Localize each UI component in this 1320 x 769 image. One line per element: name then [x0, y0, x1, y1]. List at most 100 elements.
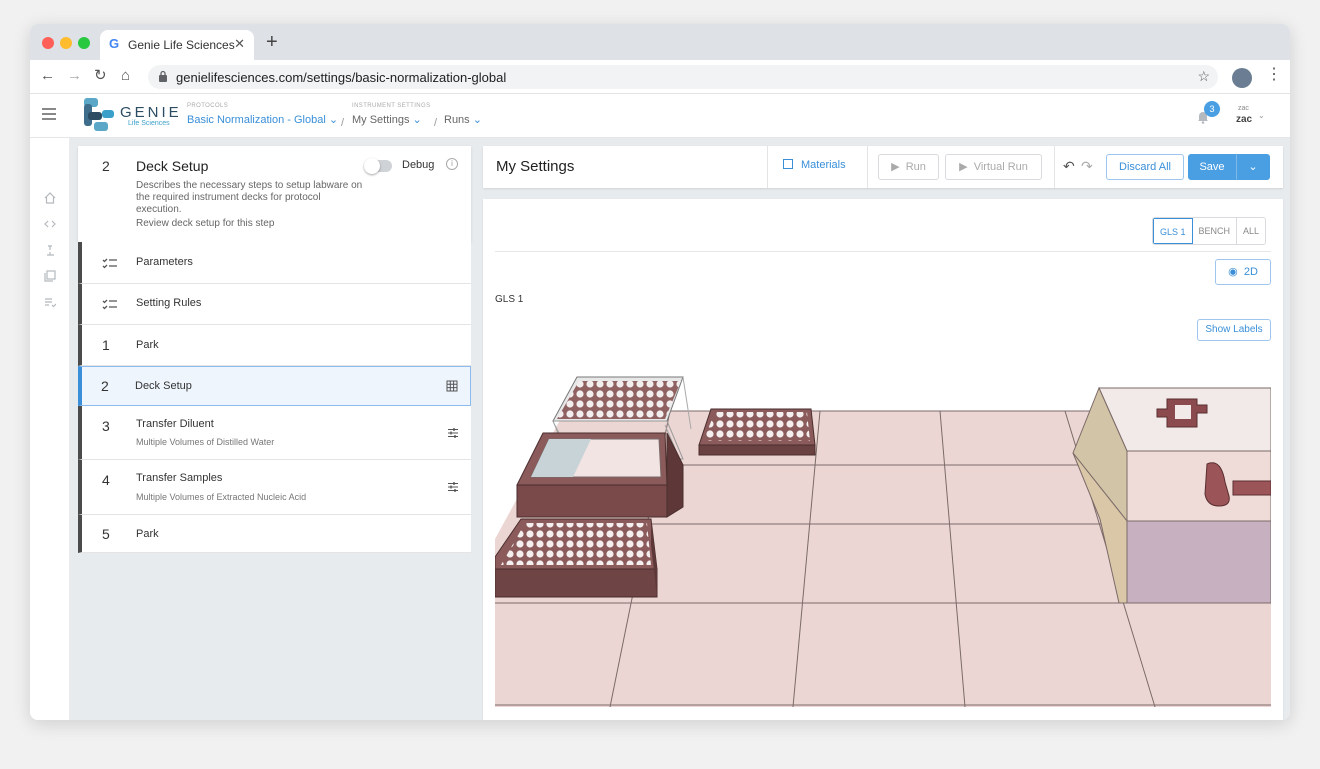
browser-menu-icon[interactable]: ⋮	[1266, 66, 1282, 84]
step-header: 2 Deck Setup Describes the necessary ste…	[78, 146, 471, 242]
step-review-text: Review deck setup for this step	[136, 218, 275, 229]
step-row-2[interactable]: 2 Deck Setup	[78, 366, 471, 406]
step-row-setting-rules[interactable]: Setting Rules	[78, 284, 471, 325]
deck-selector: GLS 1 BENCH ALL	[1152, 217, 1267, 245]
step-row-5[interactable]: 5 Park	[78, 515, 471, 553]
address-bar[interactable]: genielifesciences.com/settings/basic-nor…	[148, 65, 1218, 89]
view-mode-button[interactable]: ◉ 2D	[1215, 259, 1271, 285]
step-row-label: Transfer Diluent	[136, 418, 214, 430]
maximize-window-button[interactable]	[78, 37, 90, 49]
materials-label: Materials	[801, 159, 846, 171]
bookmark-star-icon[interactable]: ☆	[1197, 68, 1210, 85]
forward-icon[interactable]: →	[67, 67, 82, 85]
sliders-icon[interactable]	[447, 427, 459, 439]
step-row-label: Deck Setup	[135, 380, 192, 392]
tab-close-icon[interactable]: ✕	[234, 37, 245, 51]
breadcrumb-value: Basic Normalization - Global	[187, 114, 326, 126]
step-row-label: Parameters	[136, 256, 193, 268]
play-icon: ▶	[891, 161, 900, 173]
chevron-down-icon[interactable]: ⌄	[1258, 111, 1265, 120]
deck-3d-view[interactable]	[495, 369, 1271, 707]
step-row-3[interactable]: 3 Transfer Diluent Multiple Volumes of D…	[78, 406, 471, 460]
deck-canvas: GLS 1 BENCH ALL ◉ 2D GLS 1 Show Labels	[483, 199, 1283, 720]
divider	[1054, 146, 1055, 188]
url-text: genielifesciences.com/settings/basic-nor…	[176, 70, 507, 85]
show-labels-button[interactable]: Show Labels	[1197, 319, 1271, 341]
chevron-down-icon: ⌄	[412, 114, 422, 126]
settings-toolbar: My Settings Materials ▶ Run ▶ Virtual Ru…	[483, 146, 1283, 188]
virtual-run-button[interactable]: ▶ Virtual Run	[945, 154, 1042, 180]
lock-icon	[159, 70, 167, 82]
run-button[interactable]: ▶ Run	[878, 154, 939, 180]
step-row-4[interactable]: 4 Transfer Samples Multiple Volumes of E…	[78, 460, 471, 515]
close-window-button[interactable]	[42, 37, 54, 49]
deck-tab-all[interactable]: ALL	[1237, 218, 1266, 244]
browser-tabstrip: G Genie Life Sciences ✕ +	[30, 24, 1290, 60]
browser-window: G Genie Life Sciences ✕ + ← → ↻ ⌂ geniel…	[30, 24, 1290, 720]
main-area: My Settings Materials ▶ Run ▶ Virtual Ru…	[483, 138, 1290, 720]
save-options-button[interactable]: ⌄	[1236, 154, 1270, 180]
checklist-icon	[102, 299, 117, 310]
step-row-parameters[interactable]: Parameters	[78, 242, 471, 284]
step-title: Deck Setup	[136, 158, 209, 174]
page-title: My Settings	[496, 158, 575, 175]
breadcrumb-value: Runs	[444, 114, 470, 126]
minimize-window-button[interactable]	[60, 37, 72, 49]
user-name[interactable]: zac	[1236, 114, 1252, 125]
divider	[867, 146, 868, 188]
back-icon[interactable]: ←	[40, 67, 55, 85]
step-row-number: 4	[102, 472, 110, 488]
breadcrumb-instrument-settings[interactable]: INSTRUMENT SETTINGS My Settings ⌄	[352, 103, 431, 127]
grid-icon[interactable]	[446, 380, 458, 392]
materials-button[interactable]: Materials	[783, 159, 846, 171]
deck-tab-gls1[interactable]: GLS 1	[1153, 218, 1193, 244]
step-row-number: 1	[102, 337, 110, 353]
divider	[495, 251, 1271, 252]
new-tab-icon[interactable]: +	[266, 31, 278, 53]
brand-name: GENIE	[120, 104, 182, 121]
home-icon[interactable]	[44, 192, 56, 204]
step-row-number: 2	[101, 378, 109, 394]
breadcrumb-protocols[interactable]: PROTOCOLS Basic Normalization - Global ⌄	[187, 103, 338, 127]
debug-label: Debug	[402, 159, 435, 171]
microscope-icon[interactable]	[44, 244, 56, 256]
browser-tab[interactable]: G Genie Life Sciences ✕	[100, 30, 254, 60]
user-caption: zac	[1238, 105, 1249, 112]
step-row-label: Setting Rules	[136, 297, 202, 309]
browser-toolbar: ← → ↻ ⌂ genielifesciences.com/settings/b…	[30, 60, 1290, 94]
browser-tab-title: Genie Life Sciences	[128, 38, 235, 52]
save-button[interactable]: Save	[1188, 154, 1236, 180]
deck-tab-bench[interactable]: BENCH	[1192, 218, 1238, 244]
checklist-icon[interactable]	[44, 296, 56, 308]
chevron-down-icon: ⌄	[472, 114, 482, 126]
google-favicon-icon: G	[109, 36, 120, 51]
breadcrumb-caption: INSTRUMENT SETTINGS	[352, 103, 431, 109]
reload-icon[interactable]: ↻	[94, 67, 107, 85]
menu-icon[interactable]	[42, 108, 56, 120]
info-icon[interactable]: i	[446, 158, 458, 170]
undo-icon[interactable]: ↶	[1063, 158, 1075, 175]
step-row-label: Transfer Samples	[136, 472, 223, 484]
code-icon[interactable]	[44, 218, 56, 230]
discard-all-button[interactable]: Discard All	[1106, 154, 1184, 180]
home-icon[interactable]: ⌂	[121, 67, 130, 85]
profile-avatar[interactable]	[1232, 68, 1252, 88]
breadcrumb-runs[interactable]: Runs ⌄	[444, 103, 482, 127]
breadcrumb-caption	[444, 103, 482, 113]
list-icon	[783, 159, 793, 169]
step-row-subtitle: Multiple Volumes of Extracted Nucleic Ac…	[136, 492, 307, 502]
sliders-icon[interactable]	[447, 481, 459, 493]
library-icon[interactable]	[44, 270, 56, 282]
step-panel: 2 Deck Setup Describes the necessary ste…	[70, 138, 486, 720]
step-row-number: 5	[102, 526, 110, 542]
chevron-down-icon: ⌄	[328, 114, 339, 126]
step-row-number: 3	[102, 418, 110, 434]
step-row-1[interactable]: 1 Park	[78, 325, 471, 366]
notification-badge: 3	[1204, 101, 1220, 117]
debug-toggle[interactable]	[364, 158, 392, 174]
step-row-label: Park	[136, 528, 159, 540]
redo-icon[interactable]: ↷	[1081, 158, 1093, 175]
play-icon: ▶	[959, 161, 968, 173]
breadcrumb-value: My Settings	[352, 114, 410, 126]
step-row-subtitle: Multiple Volumes of Distilled Water	[136, 437, 275, 447]
